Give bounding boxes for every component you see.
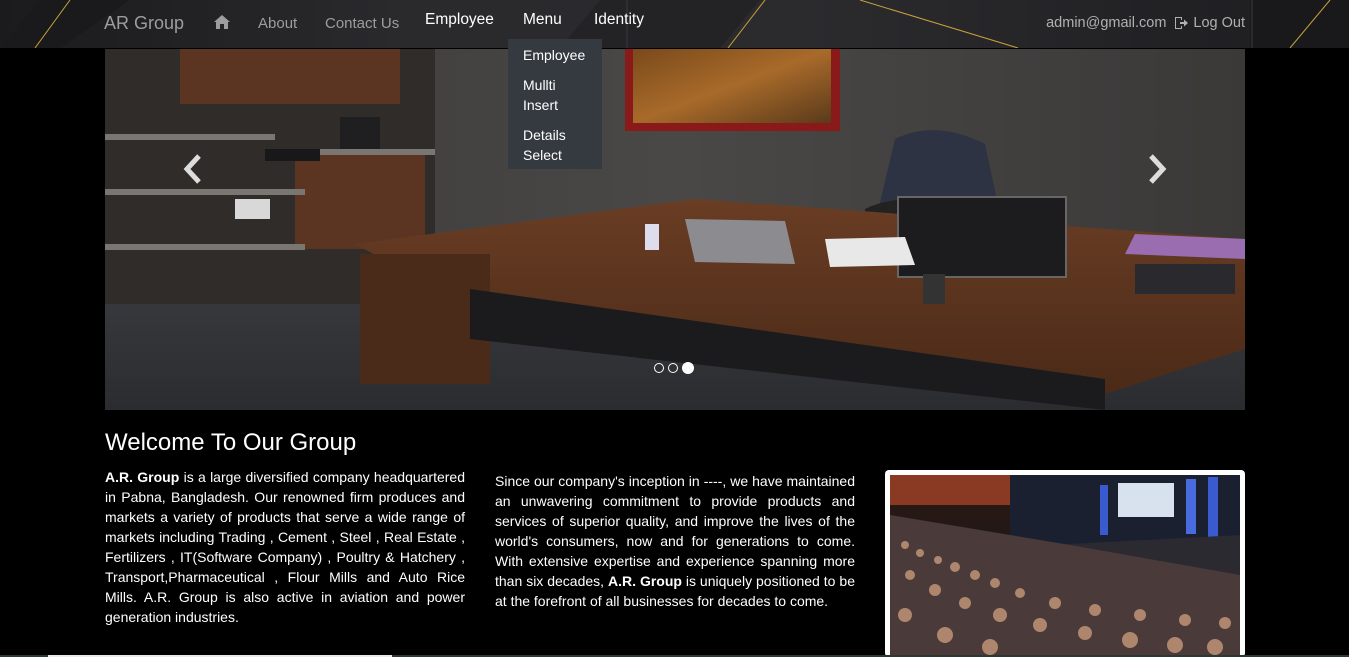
chevron-right-icon — [1149, 154, 1167, 184]
image-carousel — [105, 49, 1245, 410]
user-email: admin@gmail.com — [1046, 15, 1167, 31]
nav-link-employee[interactable]: Employee — [425, 11, 494, 29]
office-slide-image — [105, 49, 1245, 410]
carousel-prev-button[interactable] — [173, 149, 213, 189]
about-paragraph-2-text-a: Since our company's inception in ----, w… — [495, 473, 855, 589]
home-icon[interactable] — [213, 14, 231, 30]
about-paragraph-2: Since our company's inception in ----, w… — [495, 471, 855, 611]
dropdown-item-employee[interactable]: Employee — [508, 45, 602, 65]
carousel-indicator-3[interactable] — [682, 362, 694, 374]
company-name: A.R. Group — [105, 469, 180, 485]
carousel-indicator-2[interactable] — [668, 363, 678, 373]
about-paragraph-1-text: is a large diversified company headquart… — [105, 469, 465, 625]
conference-photo — [885, 470, 1245, 657]
nav-link-about[interactable]: About — [258, 15, 297, 32]
nav-link-identity[interactable]: Identity — [594, 11, 644, 29]
about-paragraph-1: A.R. Group is a large diversified compan… — [105, 467, 465, 627]
navbar: AR Group About Contact Us Employee Menu … — [0, 0, 1349, 48]
menu-dropdown: Employee Mullti Insert Details Select — [508, 39, 602, 169]
nav-link-menu[interactable]: Menu — [523, 11, 562, 29]
logout-link[interactable]: Log Out — [1193, 15, 1245, 31]
conference-image — [890, 475, 1240, 657]
welcome-heading: Welcome To Our Group — [105, 429, 357, 456]
user-area: admin@gmail.com Log Out — [1046, 15, 1245, 31]
carousel-indicator-1[interactable] — [654, 363, 664, 373]
chevron-left-icon — [183, 154, 201, 184]
carousel-next-button[interactable] — [1137, 149, 1177, 189]
dropdown-item-details-select[interactable]: Details Select — [508, 125, 602, 165]
nav-link-contact-us[interactable]: Contact Us — [325, 15, 399, 32]
brand-logo[interactable]: AR Group — [104, 13, 184, 34]
carousel-indicators — [654, 362, 694, 374]
dropdown-item-multi-insert[interactable]: Mullti Insert — [508, 75, 602, 115]
company-name-2: A.R. Group — [608, 573, 682, 589]
logout-icon[interactable] — [1174, 16, 1189, 30]
